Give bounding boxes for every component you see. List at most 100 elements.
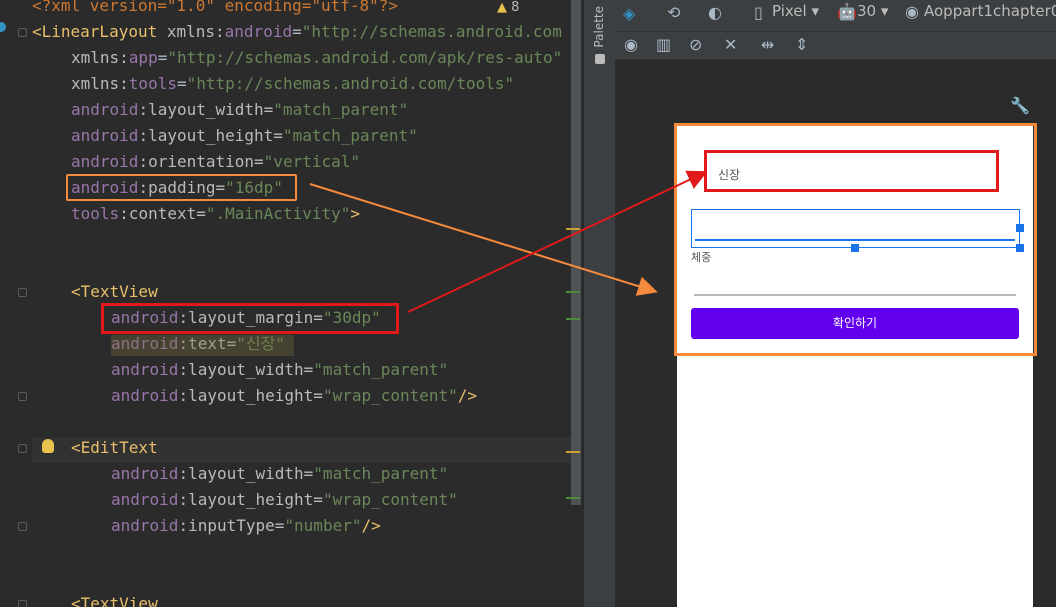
code-token: = [157, 48, 168, 67]
code-line[interactable]: android:layout_width="match_parent" [111, 357, 448, 383]
palette-icon[interactable] [595, 54, 605, 64]
change-marker[interactable] [566, 497, 580, 499]
code-token: android [111, 360, 179, 379]
code-token: android [111, 490, 179, 509]
code-line[interactable]: <TextView [71, 279, 158, 305]
code-token: android [111, 464, 179, 483]
code-token: xmlns: [166, 22, 225, 41]
code-token: "http://schemas.android.com [301, 22, 562, 41]
editor-scrollbar-thumb[interactable] [571, 0, 581, 505]
code-line[interactable]: xmlns:app="http://schemas.android.com/ap… [71, 45, 562, 71]
palette-tab[interactable]: Palette [592, 6, 606, 48]
blueprint-icon[interactable]: ▥ [656, 35, 671, 55]
code-token: /> [457, 386, 478, 405]
padding-highlight-box [66, 174, 297, 201]
night-mode-icon[interactable]: ◐ [708, 3, 722, 23]
code-line[interactable]: android:orientation="vertical" [71, 149, 360, 175]
code-token: "number" [284, 516, 362, 535]
code-token: "wrap_content" [322, 490, 458, 509]
code-token: xmlns: [71, 74, 129, 93]
clear-constraints-icon[interactable]: ✕ [724, 35, 737, 55]
fold-icon[interactable] [18, 600, 27, 607]
code-line[interactable]: <LinearLayout xmlns:android="http://sche… [32, 19, 562, 45]
wrench-icon[interactable]: 🔧 [1010, 96, 1030, 116]
code-token: = [292, 22, 302, 41]
change-marker[interactable] [566, 291, 580, 293]
code-line[interactable]: android:layout_width="match_parent" [71, 97, 408, 123]
change-marker[interactable] [566, 318, 580, 320]
resize-handle[interactable] [851, 244, 859, 252]
code-line[interactable]: tools:context=".MainActivity"> [71, 201, 360, 227]
theme-selector[interactable]: Aoppart1chapter02 [924, 0, 1056, 22]
theme-label: Aoppart1chapter02 [924, 2, 1056, 20]
code-token: "match_parent" [282, 126, 418, 145]
warning-icon: ▲ [497, 0, 507, 15]
preview-margin-box [704, 150, 999, 192]
code-line[interactable]: <?xml version="1.0" encoding="utf-8"?> [32, 0, 398, 19]
code-line[interactable]: android:inputType="number"/> [111, 513, 381, 539]
code-line[interactable]: android:layout_height="wrap_content"/> [111, 383, 477, 409]
warning-count: 8 [511, 0, 520, 15]
height-label: 신장 [718, 168, 741, 182]
warning-marker[interactable] [566, 228, 580, 230]
code-token: :context= [119, 204, 206, 223]
code-token: /> [361, 516, 381, 535]
code-editor[interactable]: <?xml version="1.0" encoding="utf-8"?> <L… [0, 0, 583, 607]
code-token: "vertical" [263, 152, 360, 171]
text-attr-highlight [111, 335, 294, 356]
code-token: <TextView [71, 282, 158, 301]
code-token: <EditText [71, 438, 158, 457]
fold-icon[interactable] [18, 522, 27, 531]
code-token: android [71, 152, 139, 171]
code-token: tools [128, 74, 177, 93]
design-toolbar-top: ◈ ⟲ ◐ ▯ Pixel ▾ 🤖 30 ▾ ◉ Aoppart1chapter… [615, 0, 1056, 32]
code-token: :layout_width= [138, 100, 274, 119]
code-token: "match_parent" [313, 360, 449, 379]
pack-horizontal-icon[interactable]: ⇹ [761, 35, 774, 55]
selected-edittext[interactable] [691, 209, 1020, 248]
code-token: android [71, 100, 139, 119]
code-token: tools [71, 204, 120, 223]
palette-tool-window-strip: Palette [583, 0, 617, 607]
margin-highlight-box [101, 303, 399, 334]
code-token: :layout_height= [138, 126, 283, 145]
code-line[interactable]: <TextView [71, 591, 158, 607]
eye-icon[interactable]: ◉ [624, 35, 638, 55]
weight-edittext-underline [694, 294, 1016, 296]
code-token: <TextView [71, 594, 158, 607]
confirm-button[interactable]: 확인하기 [691, 308, 1019, 339]
editor-gutter [0, 0, 32, 607]
resize-handle[interactable] [1016, 244, 1024, 252]
lightbulb-icon[interactable] [42, 439, 54, 453]
code-token: android [111, 386, 179, 405]
fold-icon[interactable] [18, 444, 27, 453]
edittext-underline [695, 239, 1015, 241]
orientation-icon[interactable]: ⟲ [667, 3, 680, 23]
code-token: android [224, 22, 293, 41]
warning-marker[interactable] [566, 451, 580, 453]
pack-vertical-icon[interactable]: ⇕ [795, 35, 808, 55]
resize-handle[interactable] [1016, 224, 1024, 232]
device-icon[interactable]: ▯ [754, 3, 763, 23]
fold-icon[interactable] [18, 392, 27, 401]
warning-indicator[interactable]: ▲ 8 [497, 0, 519, 15]
code-token: app [128, 48, 158, 67]
api-level-selector[interactable]: 30 ▾ [857, 0, 888, 22]
code-line[interactable]: xmlns:tools="http://schemas.android.com/… [71, 71, 514, 97]
code-token: ".MainActivity" [205, 204, 351, 223]
code-line[interactable]: android:layout_height="match_parent" [71, 123, 418, 149]
fold-icon[interactable] [18, 288, 27, 297]
code-line[interactable]: android:layout_height="wrap_content" [111, 487, 458, 513]
layers-icon[interactable]: ◈ [623, 4, 635, 24]
device-selector[interactable]: Pixel ▾ [772, 0, 819, 22]
code-line[interactable]: android:layout_width="match_parent" [111, 461, 448, 487]
magnet-off-icon[interactable]: ⊘ [689, 35, 702, 55]
code-token: :layout_height= [178, 386, 323, 405]
api-level-label: 30 [857, 2, 877, 20]
code-token: "wrap_content" [322, 386, 458, 405]
code-token: :layout_height= [178, 490, 323, 509]
code-line[interactable]: <EditText [71, 435, 158, 461]
code-token: android [111, 516, 179, 535]
weight-label: 체중 [691, 251, 712, 264]
fold-icon[interactable] [18, 28, 27, 37]
